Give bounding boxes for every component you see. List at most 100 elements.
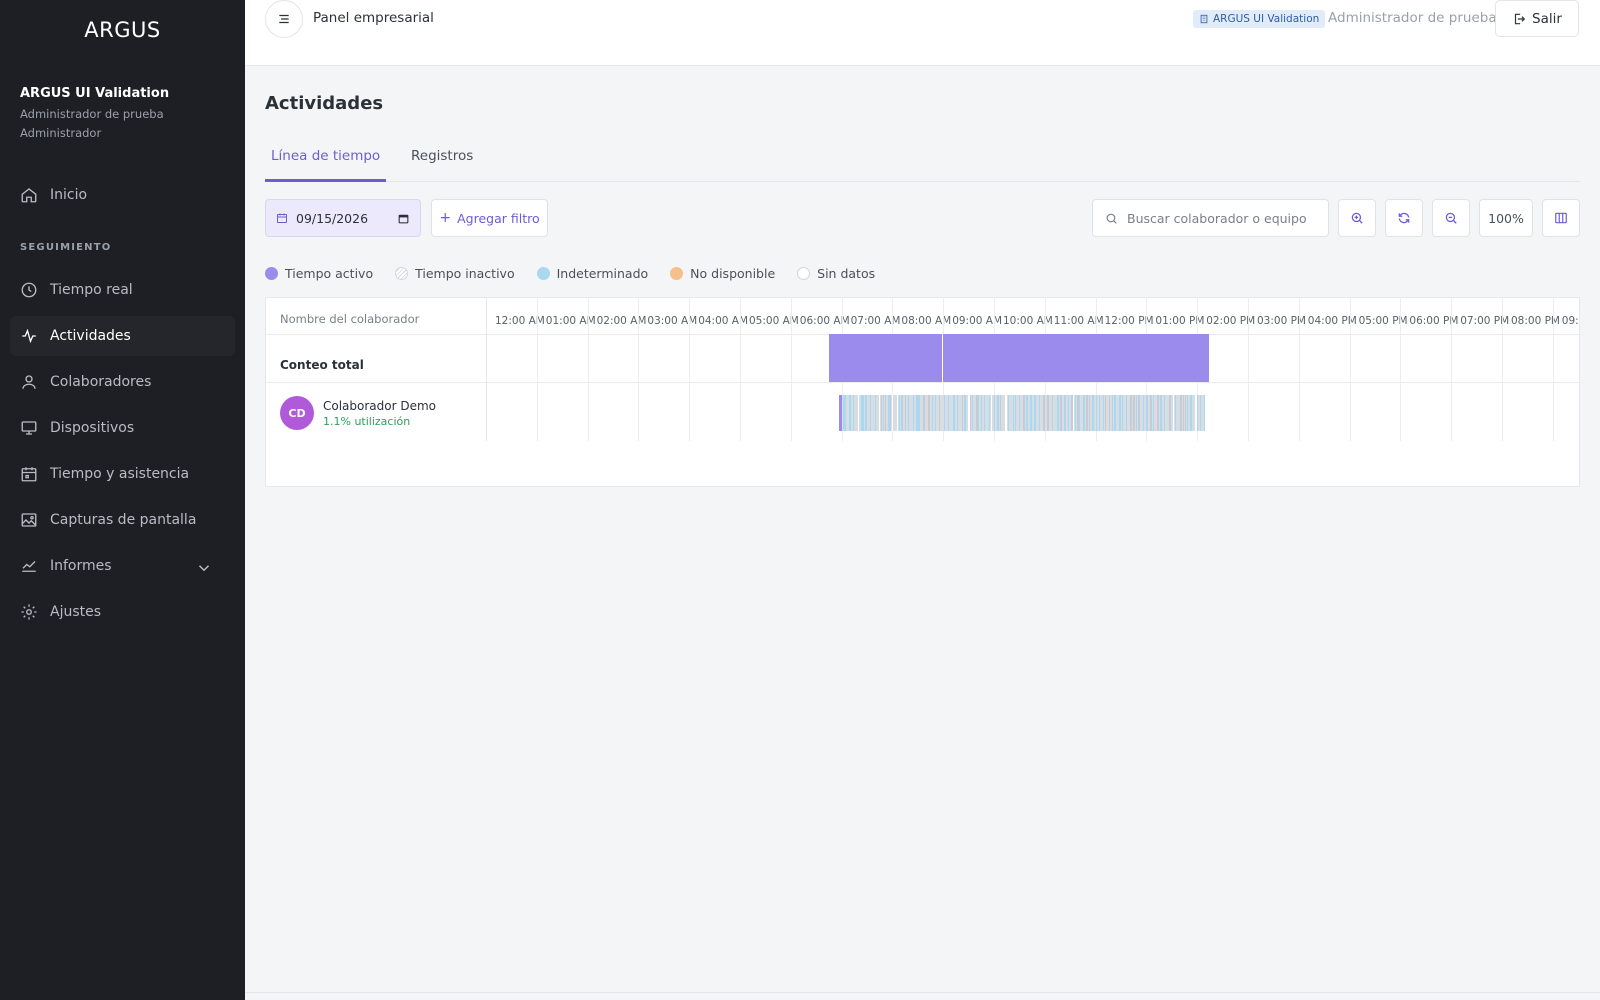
legend-label: Tiempo inactivo (415, 266, 515, 281)
activity-segment (1150, 395, 1153, 431)
date-picker-icon[interactable] (397, 212, 410, 225)
menu-toggle-button[interactable] (265, 0, 303, 38)
activity-segment (1160, 395, 1163, 431)
search-input[interactable] (1127, 210, 1317, 226)
sidebar-item-tiempo-real[interactable]: Tiempo real (10, 270, 235, 310)
total-count-bar[interactable] (828, 334, 943, 382)
activity-segment (1175, 395, 1177, 431)
activity-segment (1064, 395, 1067, 431)
columns-button[interactable] (1542, 199, 1580, 237)
tabs: Línea de tiempo Registros (265, 140, 1580, 182)
activity-segment (849, 395, 852, 431)
activity-segment (1164, 395, 1166, 431)
panel-title: Panel empresarial (313, 10, 434, 26)
activity-segment (1073, 395, 1075, 431)
hour-gridline (536, 298, 538, 441)
zoom-out-button[interactable] (1432, 199, 1470, 237)
legend-item-idle: Tiempo inactivo (395, 266, 515, 281)
collaborator-name[interactable]: Colaborador Demo (323, 399, 436, 413)
activity-segment (905, 395, 907, 431)
page-title: Actividades (265, 93, 384, 114)
sidebar-item-label: Ajustes (50, 604, 102, 620)
plus-icon: + (439, 210, 452, 226)
zoom-in-icon (1351, 212, 1363, 224)
org-info: ARGUS UI Validation Administrador de pru… (20, 86, 169, 140)
activity-segment (972, 395, 974, 431)
add-filter-button[interactable]: + Agregar filtro (431, 199, 548, 237)
calendar-icon (21, 467, 37, 482)
search-box (1092, 199, 1329, 237)
activity-segment (1173, 395, 1175, 431)
home-icon (21, 188, 37, 203)
hour-gridline (1451, 298, 1453, 441)
top-user-name: Administrador de prueba (1328, 10, 1497, 26)
activity-segment (932, 395, 934, 431)
sidebar-item-actividades[interactable]: Actividades (10, 316, 235, 356)
zoom-in-button[interactable] (1338, 199, 1376, 237)
footer-divider (245, 992, 1600, 993)
activity-segment (1122, 395, 1124, 431)
activity-segment (870, 395, 872, 431)
activity-segment (1204, 395, 1205, 431)
org-badge-label: ARGUS UI Validation (1213, 13, 1320, 25)
chevron-down-icon[interactable] (195, 559, 213, 577)
activity-strip[interactable] (839, 395, 1205, 431)
timeline-grid: Nombre del colaborador 12:00 AM 01:00 AM 0… (265, 297, 1580, 487)
activity-segment (1109, 395, 1111, 431)
activity-segment (1105, 395, 1107, 431)
sidebar-item-ajustes[interactable]: Ajustes (10, 592, 235, 632)
activity-segment (1086, 395, 1089, 431)
activity-segment (1180, 395, 1183, 431)
activity-segment (885, 395, 887, 431)
sidebar-item-label: Actividades (50, 328, 131, 344)
activity-segment (1026, 395, 1029, 431)
hour-gridline (1248, 298, 1249, 441)
sidebar-item-inicio[interactable]: Inicio (10, 175, 235, 215)
sidebar-item-capturas[interactable]: Capturas de pantalla (10, 500, 235, 540)
columns-icon (1555, 212, 1567, 224)
activity-segment (1103, 395, 1105, 431)
legend-dot (536, 267, 550, 280)
sidebar-item-tiempo-asistencia[interactable]: Tiempo y asistencia (10, 454, 235, 494)
sidebar-item-dispositivos[interactable]: Dispositivos (10, 408, 235, 448)
activity-segment (1030, 395, 1033, 431)
activity-segment (1068, 395, 1070, 431)
building-icon (1200, 14, 1208, 24)
hour-gridline (740, 298, 741, 441)
sidebar-item-colaboradores[interactable]: Colaboradores (10, 362, 235, 402)
gear-icon (21, 604, 37, 620)
activity-segment (1169, 395, 1172, 431)
legend-label: Tiempo activo (285, 266, 374, 281)
collaborator-utilization: 1.1% utilización (323, 415, 411, 428)
activity-segment (1015, 395, 1017, 431)
sidebar-item-informes[interactable]: Informes (10, 546, 235, 586)
tab-timeline[interactable]: Línea de tiempo (265, 140, 387, 182)
activity-segment (1197, 395, 1199, 431)
sidebar-item-label: Dispositivos (50, 420, 135, 436)
activity-segment (991, 395, 993, 431)
activity-segment (918, 395, 921, 431)
add-filter-label: Agregar filtro (457, 210, 540, 226)
legend-label: Indeterminado (556, 266, 649, 281)
activity-segment (981, 395, 983, 431)
activity-segment (1039, 395, 1041, 431)
logout-button[interactable]: Salir (1495, 0, 1579, 37)
activity-segment (875, 395, 877, 431)
activity-segment (935, 395, 937, 431)
activity-segment (989, 395, 991, 431)
tab-registros[interactable]: Registros (405, 140, 479, 182)
activity-segment (1114, 395, 1117, 431)
zoom-level[interactable]: 100% (1479, 199, 1533, 237)
activity-segment (1092, 395, 1095, 431)
total-count-bar[interactable] (943, 334, 1209, 382)
activity-segment (901, 395, 904, 431)
activity-segment (839, 395, 843, 431)
activity-segment (845, 395, 847, 431)
activity-segment (964, 395, 967, 431)
date-field[interactable]: 09/15/2026 (265, 199, 421, 237)
refresh-button[interactable] (1385, 199, 1423, 237)
activity-segment (1157, 395, 1160, 431)
activity-segment (1187, 395, 1189, 431)
sidebar-item-label: Colaboradores (50, 374, 152, 390)
total-count-label: Conteo total (280, 358, 364, 372)
